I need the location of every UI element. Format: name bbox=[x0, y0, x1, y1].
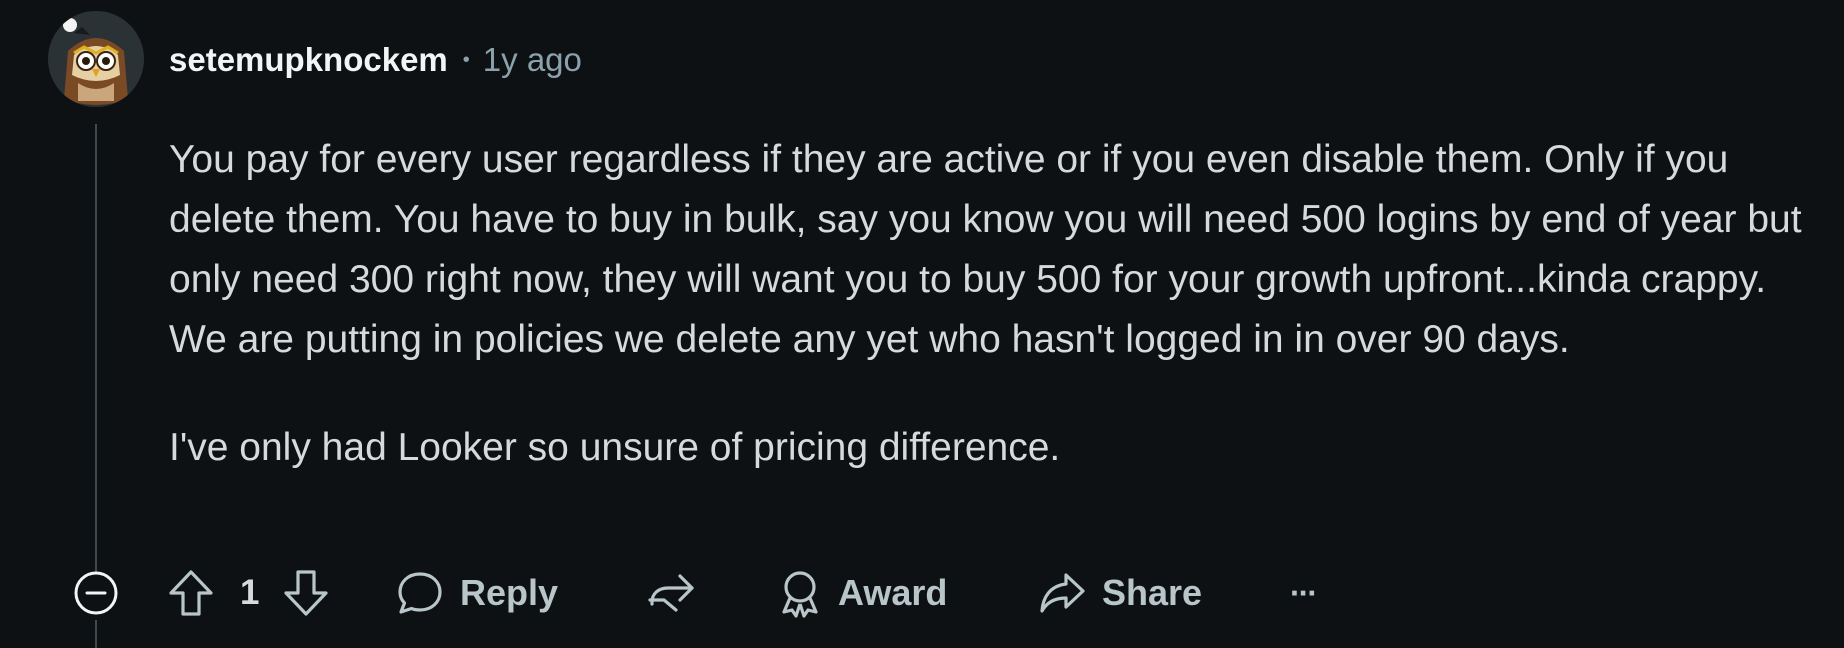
collapse-button[interactable] bbox=[72, 562, 120, 624]
thread-line[interactable] bbox=[95, 124, 97, 574]
share-label: Share bbox=[1102, 572, 1203, 613]
comment-meta: setemupknockem • 1y ago bbox=[169, 36, 582, 84]
comment-paragraph: You pay for every user regardless if the… bbox=[169, 138, 1802, 361]
avatar[interactable] bbox=[48, 11, 144, 107]
downvote-arrow-icon bbox=[284, 570, 328, 616]
more-options-button[interactable]: ··· bbox=[1290, 562, 1318, 624]
upvote-button[interactable] bbox=[168, 562, 214, 624]
vote-score: 1 bbox=[240, 573, 260, 612]
username[interactable]: setemupknockem bbox=[169, 41, 448, 79]
speech-bubble-icon bbox=[398, 572, 442, 614]
owl-avatar-icon bbox=[48, 11, 144, 107]
upvote-arrow-icon bbox=[169, 570, 213, 616]
meta-separator: • bbox=[462, 48, 470, 71]
crosspost-button[interactable] bbox=[646, 562, 696, 624]
award-button[interactable]: Award bbox=[778, 562, 947, 624]
award-medal-icon bbox=[782, 571, 818, 618]
thread-line-lower[interactable] bbox=[95, 620, 97, 648]
reply-label: Reply bbox=[460, 572, 559, 613]
comment-body: You pay for every user regardless if the… bbox=[169, 130, 1829, 478]
award-label: Award bbox=[838, 572, 948, 613]
collapse-minus-icon bbox=[74, 571, 118, 615]
reply-button[interactable]: Reply bbox=[396, 562, 558, 624]
crosspost-icon bbox=[648, 574, 694, 612]
more-dots-icon: ··· bbox=[1290, 574, 1318, 611]
comment-age[interactable]: 1y ago bbox=[483, 41, 582, 79]
downvote-button[interactable] bbox=[283, 562, 329, 624]
share-arrow-icon bbox=[1040, 573, 1085, 613]
action-bar: 1 Reply Award Share ··· bbox=[0, 562, 1844, 624]
comment-paragraph: I've only had Looker so unsure of pricin… bbox=[169, 426, 1061, 469]
share-button[interactable]: Share bbox=[1038, 562, 1202, 624]
comment: setemupknockem • 1y ago You pay for ever… bbox=[0, 0, 1844, 648]
